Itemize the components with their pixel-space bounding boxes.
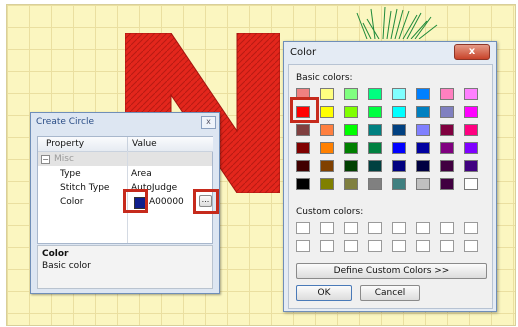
basic-color-swatch[interactable]: [368, 160, 382, 172]
embroidered-grass: [356, 6, 438, 39]
cancel-button[interactable]: Cancel: [360, 285, 420, 301]
basic-color-swatch[interactable]: [416, 178, 430, 190]
ok-button[interactable]: OK: [296, 285, 352, 301]
property-value: A00000: [149, 197, 184, 207]
basic-color-swatch[interactable]: [320, 142, 334, 154]
basic-color-swatch[interactable]: [464, 142, 478, 154]
close-button[interactable]: x: [201, 116, 216, 129]
basic-color-swatch[interactable]: [344, 124, 358, 136]
header-label: Property: [46, 139, 85, 149]
color-dialog: Color x Basic colors: Custom colors: Def…: [283, 41, 497, 312]
custom-color-swatch[interactable]: [320, 240, 334, 252]
basic-color-swatch[interactable]: [416, 106, 430, 118]
property-name: Color: [60, 197, 84, 207]
basic-color-swatch[interactable]: [416, 88, 430, 100]
value-column-header[interactable]: Value: [127, 137, 213, 152]
basic-color-swatch[interactable]: [344, 160, 358, 172]
header-label: Value: [132, 139, 157, 149]
property-name: Type: [60, 169, 81, 179]
description-text: Basic color: [42, 261, 91, 271]
property-name: Stitch Type: [60, 183, 110, 193]
basic-color-swatch[interactable]: [416, 124, 430, 136]
basic-color-swatch[interactable]: [392, 124, 406, 136]
group-row-misc[interactable]: − Misc: [38, 152, 212, 166]
basic-color-swatch[interactable]: [464, 160, 478, 172]
basic-color-swatch[interactable]: [416, 160, 430, 172]
basic-color-swatch[interactable]: [368, 124, 382, 136]
custom-color-swatch[interactable]: [464, 222, 478, 234]
basic-color-swatch[interactable]: [392, 142, 406, 154]
window-title: Create Circle: [36, 117, 95, 127]
define-custom-colors-button[interactable]: Define Custom Colors >>: [296, 263, 487, 279]
basic-color-swatch[interactable]: [440, 106, 454, 118]
description-title: Color: [42, 249, 69, 259]
custom-color-swatch[interactable]: [440, 222, 454, 234]
basic-color-swatch[interactable]: [464, 88, 478, 100]
basic-color-swatch[interactable]: [368, 88, 382, 100]
basic-color-swatch[interactable]: [440, 124, 454, 136]
basic-colors-label: Basic colors:: [296, 73, 353, 83]
highlight-color-swatch: [123, 189, 148, 213]
basic-color-swatch[interactable]: [344, 178, 358, 190]
close-button[interactable]: x: [454, 44, 490, 60]
basic-color-swatch[interactable]: [344, 88, 358, 100]
basic-color-swatch[interactable]: [296, 160, 310, 172]
collapse-icon[interactable]: −: [41, 155, 50, 164]
custom-colors-label: Custom colors:: [296, 207, 364, 217]
property-value: Area: [131, 169, 152, 179]
group-label: Misc: [54, 154, 74, 164]
highlight-browse-button: [193, 189, 219, 214]
basic-color-swatch[interactable]: [320, 178, 334, 190]
custom-color-swatch[interactable]: [344, 222, 358, 234]
custom-color-swatch[interactable]: [392, 240, 406, 252]
basic-color-swatch[interactable]: [368, 178, 382, 190]
basic-color-swatch[interactable]: [296, 124, 310, 136]
basic-color-swatch[interactable]: [464, 124, 478, 136]
custom-color-swatch[interactable]: [416, 222, 430, 234]
custom-color-swatch[interactable]: [344, 240, 358, 252]
basic-color-swatch[interactable]: [416, 142, 430, 154]
basic-color-swatch[interactable]: [392, 178, 406, 190]
custom-color-swatch[interactable]: [368, 240, 382, 252]
basic-color-swatch[interactable]: [440, 88, 454, 100]
basic-color-swatch[interactable]: [296, 142, 310, 154]
basic-color-swatch[interactable]: [344, 106, 358, 118]
basic-color-swatch[interactable]: [440, 142, 454, 154]
basic-color-swatch[interactable]: [392, 106, 406, 118]
basic-color-swatch[interactable]: [392, 88, 406, 100]
basic-color-swatch[interactable]: [392, 160, 406, 172]
basic-color-swatch[interactable]: [344, 142, 358, 154]
basic-color-swatch[interactable]: [464, 106, 478, 118]
custom-color-swatch[interactable]: [464, 240, 478, 252]
basic-color-swatch[interactable]: [440, 178, 454, 190]
highlight-selected-swatch: [290, 97, 319, 123]
custom-color-swatch[interactable]: [392, 222, 406, 234]
property-column-header[interactable]: Property: [38, 137, 127, 152]
custom-color-swatch[interactable]: [296, 240, 310, 252]
basic-color-swatch[interactable]: [320, 124, 334, 136]
basic-color-swatch[interactable]: [320, 106, 334, 118]
custom-color-swatch[interactable]: [440, 240, 454, 252]
custom-color-swatch[interactable]: [296, 222, 310, 234]
basic-color-swatch[interactable]: [368, 106, 382, 118]
basic-color-swatch[interactable]: [320, 160, 334, 172]
basic-color-swatch[interactable]: [440, 160, 454, 172]
basic-color-swatch[interactable]: [296, 178, 310, 190]
custom-color-swatch[interactable]: [416, 240, 430, 252]
basic-color-swatch[interactable]: [320, 88, 334, 100]
basic-color-swatch[interactable]: [368, 142, 382, 154]
custom-color-swatch[interactable]: [368, 222, 382, 234]
dialog-title: Color: [290, 47, 317, 58]
basic-color-swatch[interactable]: [464, 178, 478, 190]
description-panel: Color Basic color: [37, 245, 213, 289]
custom-color-swatch[interactable]: [320, 222, 334, 234]
table-row[interactable]: Type Area: [38, 167, 212, 181]
